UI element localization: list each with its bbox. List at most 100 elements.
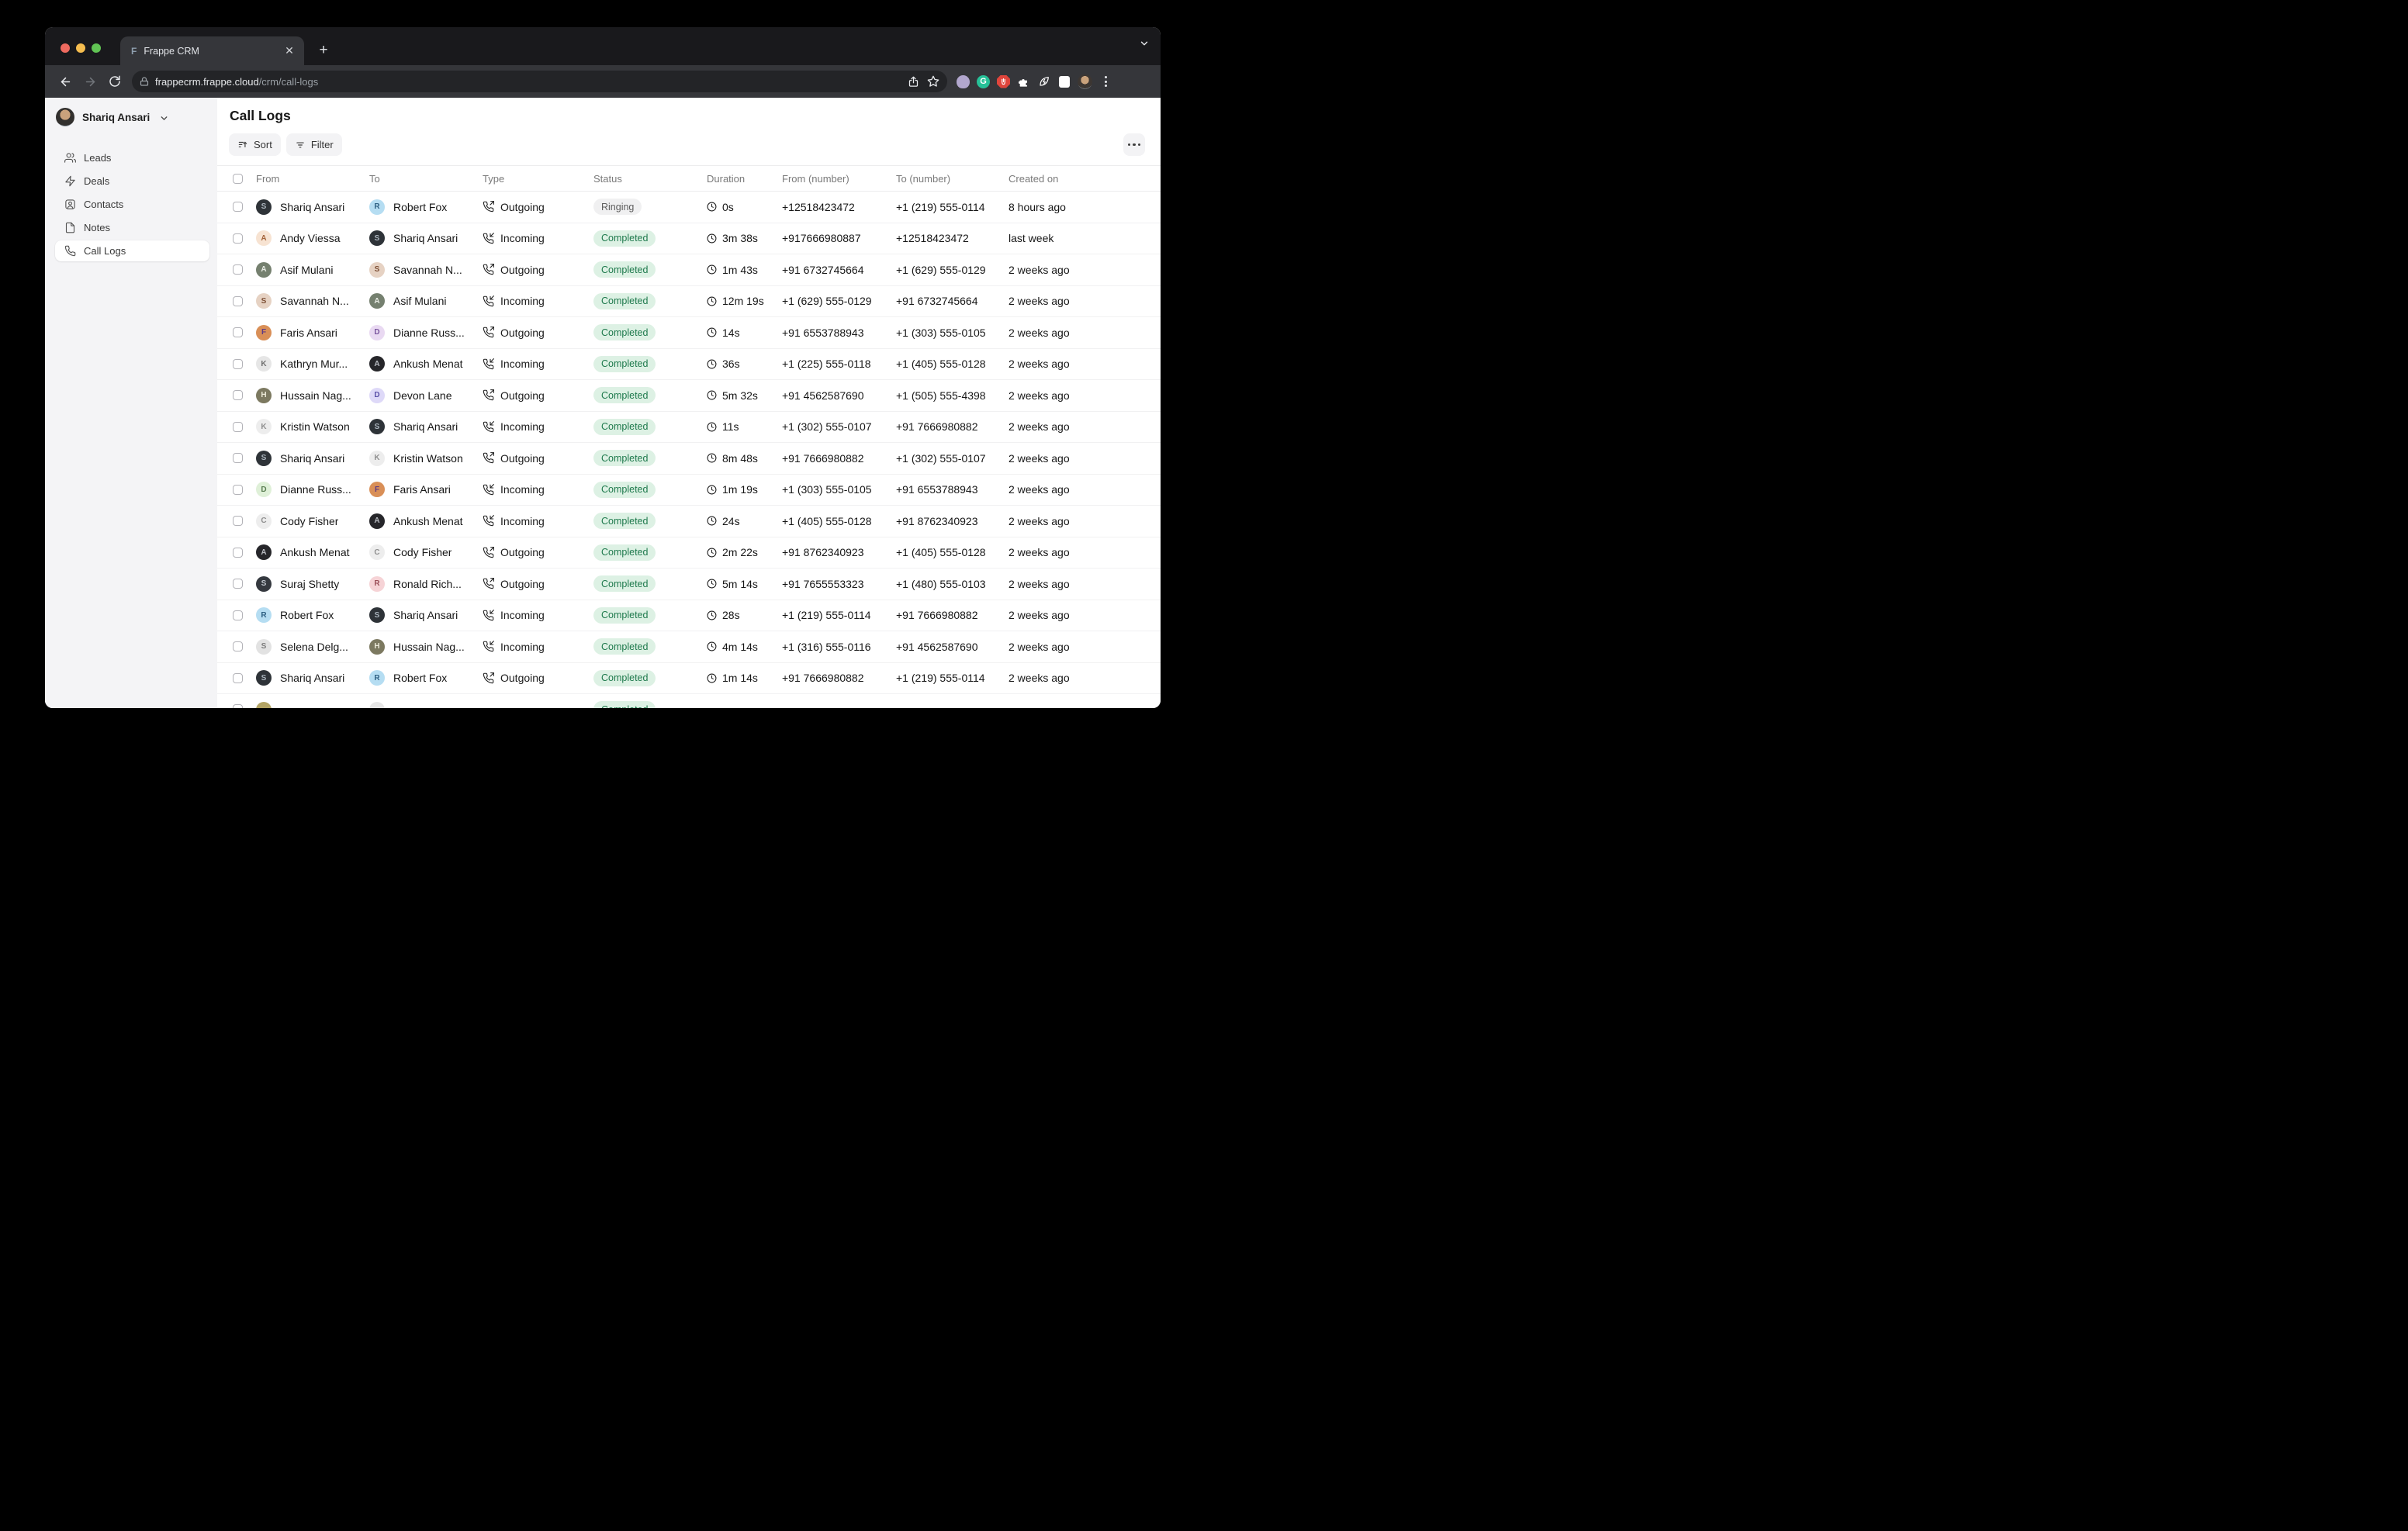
- row-checkbox[interactable]: [233, 610, 243, 620]
- browser-tab[interactable]: F Frappe CRM ✕: [120, 36, 304, 65]
- duration-value: 5m 32s: [722, 389, 758, 402]
- filter-button[interactable]: Filter: [286, 133, 342, 156]
- sidebar-item-deals[interactable]: Deals: [55, 171, 209, 192]
- select-all-checkbox[interactable]: [233, 174, 243, 184]
- duration-cell: 14s: [707, 327, 782, 339]
- leaf-extension-icon[interactable]: [1037, 75, 1050, 88]
- back-icon[interactable]: [55, 71, 75, 92]
- row-checkbox[interactable]: [233, 264, 243, 275]
- duration-cell: 2m 22s: [707, 546, 782, 558]
- github-extension-icon[interactable]: [957, 75, 970, 88]
- table-row[interactable]: SSelena Delg...HHussain Nag...IncomingCo…: [217, 631, 1161, 663]
- clock-icon: [707, 548, 717, 558]
- tab-close-icon[interactable]: ✕: [282, 44, 296, 58]
- call-type-label: Outgoing: [500, 546, 545, 558]
- table-row[interactable]: AAndy ViessaSShariq AnsariIncomingComple…: [217, 223, 1161, 255]
- column-header: To: [369, 173, 483, 185]
- clock-icon: [707, 579, 717, 589]
- column-header: Duration: [707, 173, 782, 185]
- created-on: 2 weeks ago: [1009, 389, 1161, 402]
- minimize-window-button[interactable]: [76, 43, 85, 53]
- table-row[interactable]: AAnkush MenatCCody FisherOutgoingComplet…: [217, 537, 1161, 569]
- row-checkbox[interactable]: [233, 327, 243, 337]
- phone-incoming-icon: [483, 610, 494, 621]
- share-icon[interactable]: [908, 76, 919, 88]
- grammarly-extension-icon[interactable]: G: [977, 75, 990, 88]
- status-cell: Completed: [593, 230, 707, 247]
- sort-button[interactable]: Sort: [229, 133, 281, 156]
- row-checkbox[interactable]: [233, 579, 243, 589]
- clock-icon: [707, 296, 717, 306]
- row-checkbox[interactable]: [233, 485, 243, 495]
- table-row[interactable]: HHussain Nag...DDevon LaneOutgoingComple…: [217, 380, 1161, 412]
- phone-outgoing-icon: [483, 389, 494, 401]
- more-options-button[interactable]: [1123, 133, 1145, 156]
- table-row[interactable]: RRobert FoxSShariq AnsariIncomingComplet…: [217, 600, 1161, 632]
- sidebar-item-contacts[interactable]: Contacts: [55, 194, 209, 215]
- sidebar-item-label: Call Logs: [84, 245, 126, 257]
- row-checkbox[interactable]: [233, 233, 243, 244]
- extensions-puzzle-icon[interactable]: [1017, 75, 1030, 88]
- to-number: +91 4562587690: [896, 641, 1009, 653]
- table-row[interactable]: SShariq AnsariRRobert FoxOutgoingRinging…: [217, 192, 1161, 223]
- sidepanel-icon[interactable]: [1059, 76, 1070, 88]
- browser-profile-avatar[interactable]: [1078, 74, 1092, 89]
- adblock-extension-icon[interactable]: [997, 75, 1010, 88]
- duration-value: 1m 14s: [722, 672, 758, 684]
- from-avatar: S: [256, 576, 272, 592]
- tab-search-chevron-icon[interactable]: [1139, 38, 1150, 53]
- call-type-label: Incoming: [500, 609, 545, 621]
- table-row[interactable]: FFaris AnsariDDianne Russ...OutgoingComp…: [217, 317, 1161, 349]
- row-checkbox[interactable]: [233, 641, 243, 651]
- bookmark-star-icon[interactable]: [927, 75, 939, 88]
- sidebar-item-call-logs[interactable]: Call Logs: [55, 240, 209, 261]
- call-type: Incoming: [483, 483, 593, 496]
- to-person: RRonald Rich...: [369, 576, 483, 592]
- to-person: SShariq Ansari: [369, 607, 483, 623]
- table-row[interactable]: KKristin WatsonSShariq AnsariIncomingCom…: [217, 412, 1161, 444]
- to-name: Robert Fox: [393, 672, 447, 684]
- table-row[interactable]: Completed: [217, 694, 1161, 708]
- table-row[interactable]: KKathryn Mur...AAnkush MenatIncomingComp…: [217, 349, 1161, 381]
- row-checkbox[interactable]: [233, 548, 243, 558]
- row-checkbox[interactable]: [233, 704, 243, 708]
- phone-outgoing-icon: [483, 547, 494, 558]
- row-checkbox[interactable]: [233, 516, 243, 526]
- zoom-window-button[interactable]: [92, 43, 101, 53]
- call-type-label: Outgoing: [500, 389, 545, 402]
- to-person: CCody Fisher: [369, 544, 483, 560]
- sidebar-item-leads[interactable]: Leads: [55, 147, 209, 168]
- row-checkbox[interactable]: [233, 673, 243, 683]
- new-tab-button[interactable]: +: [313, 40, 334, 60]
- user-menu[interactable]: Shariq Ansari: [55, 108, 209, 126]
- close-window-button[interactable]: [61, 43, 70, 53]
- reload-icon[interactable]: [105, 71, 125, 92]
- browser-menu-icon[interactable]: [1102, 73, 1110, 90]
- table-row[interactable]: SSavannah N...AAsif MulaniIncomingComple…: [217, 286, 1161, 318]
- row-checkbox[interactable]: [233, 453, 243, 463]
- table-row[interactable]: SShariq AnsariKKristin WatsonOutgoingCom…: [217, 443, 1161, 475]
- sidebar-item-notes[interactable]: Notes: [55, 217, 209, 238]
- row-checkbox[interactable]: [233, 390, 243, 400]
- table-row[interactable]: DDianne Russ...FFaris AnsariIncomingComp…: [217, 475, 1161, 506]
- duration-cell: 28s: [707, 609, 782, 621]
- from-number: +91 8762340923: [782, 546, 896, 558]
- to-person: AAnkush Menat: [369, 356, 483, 372]
- row-checkbox[interactable]: [233, 202, 243, 212]
- table-row[interactable]: SSuraj ShettyRRonald Rich...OutgoingComp…: [217, 569, 1161, 600]
- table-row[interactable]: AAsif MulaniSSavannah N...OutgoingComple…: [217, 254, 1161, 286]
- row-checkbox[interactable]: [233, 296, 243, 306]
- url-bar[interactable]: frappecrm.frappe.cloud/crm/call-logs: [132, 71, 947, 92]
- row-checkbox[interactable]: [233, 422, 243, 432]
- table-row[interactable]: CCody FisherAAnkush MenatIncomingComplet…: [217, 506, 1161, 537]
- table-row[interactable]: SShariq AnsariRRobert FoxOutgoingComplet…: [217, 663, 1161, 695]
- to-number: +1 (302) 555-0107: [896, 452, 1009, 465]
- forward-icon[interactable]: [80, 71, 100, 92]
- clock-icon: [707, 233, 717, 244]
- window-controls[interactable]: [61, 43, 101, 53]
- from-person: SSuraj Shetty: [256, 576, 369, 592]
- call-type-label: Incoming: [500, 295, 545, 307]
- row-checkbox[interactable]: [233, 359, 243, 369]
- status-cell: Completed: [593, 482, 707, 498]
- status-cell: Completed: [593, 607, 707, 624]
